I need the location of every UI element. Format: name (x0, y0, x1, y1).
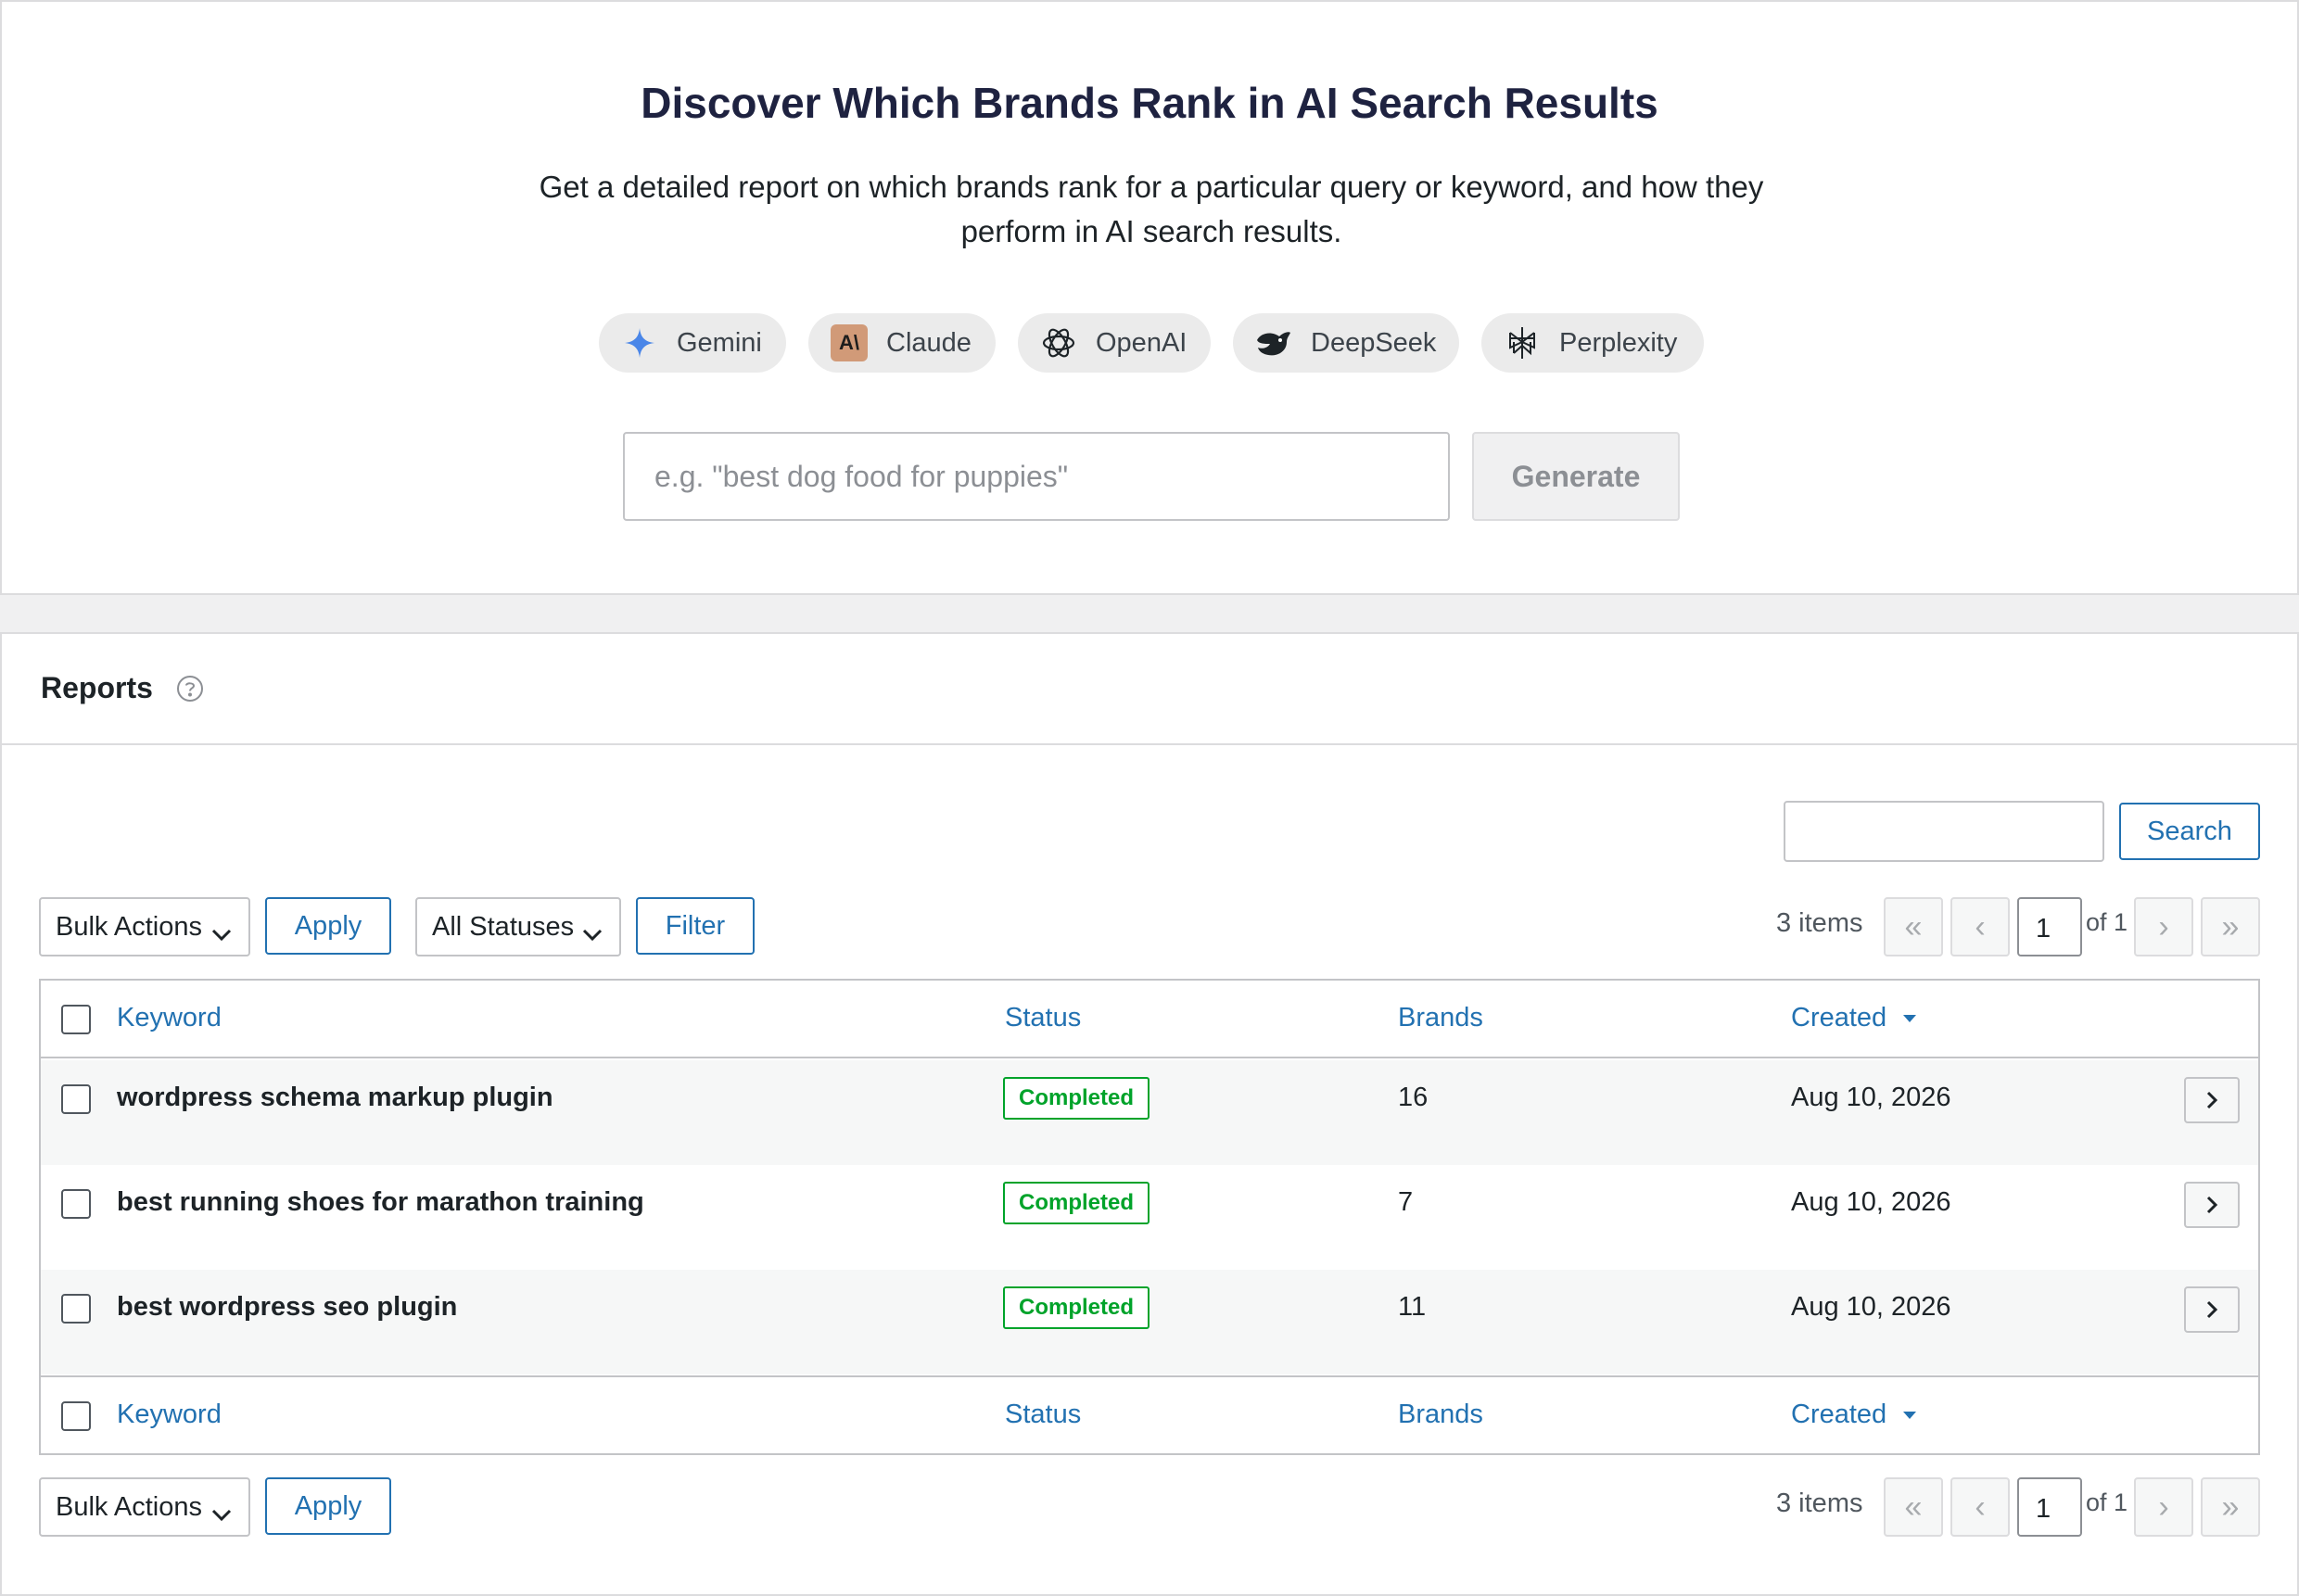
items-count-bottom: 3 items (1776, 1488, 1863, 1518)
reports-header: Reports (2, 634, 2297, 745)
apply-button-top[interactable]: Apply (265, 897, 391, 955)
page-total: of 1 (2086, 908, 2128, 936)
prev-page-button[interactable]: ‹ (1950, 897, 2010, 956)
column-created[interactable]: Created (1791, 1400, 1918, 1430)
select-all-checkbox-footer[interactable] (61, 1401, 91, 1431)
claude-icon: A\ (831, 324, 868, 361)
page-subtitle: Get a detailed report on which brands ra… (539, 170, 1764, 248)
prev-page-button[interactable]: ‹ (1950, 1477, 2010, 1537)
row-keyword[interactable]: best wordpress seo plugin (117, 1292, 457, 1323)
column-keyword[interactable]: Keyword (117, 1400, 222, 1430)
engine-label: Gemini (677, 327, 762, 358)
row-brands: 16 (1398, 1083, 1429, 1112)
engine-label: Perplexity (1559, 327, 1678, 358)
gemini-icon (621, 324, 658, 361)
sort-desc-icon (1903, 1015, 1917, 1023)
row-checkbox[interactable] (61, 1084, 91, 1114)
table-header: Keyword Status Brands Created (41, 981, 2258, 1058)
view-report-button[interactable] (2184, 1182, 2240, 1228)
next-page-button[interactable]: › (2134, 897, 2193, 956)
bulk-actions-select[interactable]: Bulk Actions (39, 897, 250, 956)
engine-label: OpenAI (1096, 327, 1188, 358)
table-row: best running shoes for marathon training… (41, 1165, 2258, 1270)
openai-icon (1040, 324, 1077, 361)
keyword-input[interactable] (623, 432, 1450, 521)
row-created: Aug 10, 2026 (1791, 1292, 1951, 1322)
table-row: best wordpress seo plugin Completed 11 A… (41, 1270, 2258, 1374)
bulk-actions-label: Bulk Actions (56, 1491, 202, 1522)
engine-label: DeepSeek (1311, 327, 1437, 358)
sort-desc-icon (1903, 1412, 1917, 1420)
engine-chip-perplexity[interactable]: Perplexity (1481, 313, 1704, 373)
chevron-down-icon (211, 1500, 232, 1530)
status-badge: Completed (1003, 1077, 1150, 1120)
row-created: Aug 10, 2026 (1791, 1083, 1951, 1112)
current-page-input[interactable]: 1 (2017, 897, 2082, 956)
row-brands: 7 (1398, 1187, 1414, 1217)
chevron-right-icon (2206, 1091, 2218, 1109)
bulk-actions-label: Bulk Actions (56, 911, 202, 942)
select-all-checkbox[interactable] (61, 1005, 91, 1034)
first-page-button[interactable]: « (1884, 1477, 1943, 1537)
engine-chip-claude[interactable]: A\ Claude (808, 313, 996, 373)
bulk-actions-select-bottom[interactable]: Bulk Actions (39, 1477, 250, 1537)
last-page-button[interactable]: » (2201, 1477, 2260, 1537)
column-created[interactable]: Created (1791, 1003, 1918, 1033)
hero-panel: Discover Which Brands Rank in AI Search … (0, 0, 2299, 595)
first-page-button[interactable]: « (1884, 897, 1943, 956)
row-brands: 11 (1398, 1292, 1427, 1322)
row-checkbox[interactable] (61, 1189, 91, 1219)
last-page-button[interactable]: » (2201, 897, 2260, 956)
engine-chip-gemini[interactable]: Gemini (599, 313, 786, 373)
status-badge: Completed (1003, 1286, 1150, 1329)
status-badge: Completed (1003, 1182, 1150, 1224)
page-total: of 1 (2086, 1488, 2128, 1516)
current-page-input-bottom[interactable]: 1 (2017, 1477, 2082, 1537)
reports-title: Reports (41, 671, 153, 704)
table-footer: Keyword Status Brands Created (41, 1375, 2258, 1455)
reports-table: Keyword Status Brands Created wordpress … (39, 979, 2260, 1455)
page-title: Discover Which Brands Rank in AI Search … (641, 79, 1658, 127)
generate-button[interactable]: Generate (1472, 432, 1680, 521)
search-button[interactable]: Search (2119, 803, 2260, 860)
engine-chips: Gemini A\ Claude OpenAI DeepSeek Perplex… (2, 313, 2297, 373)
deepseek-icon (1255, 324, 1292, 361)
row-keyword[interactable]: wordpress schema markup plugin (117, 1083, 553, 1113)
column-brands[interactable]: Brands (1398, 1003, 1483, 1033)
engine-chip-deepseek[interactable]: DeepSeek (1233, 313, 1459, 373)
column-status[interactable]: Status (1005, 1400, 1081, 1430)
row-keyword[interactable]: best running shoes for marathon training (117, 1187, 644, 1218)
next-page-button[interactable]: › (2134, 1477, 2193, 1537)
column-status[interactable]: Status (1005, 1003, 1081, 1033)
chevron-right-icon (2206, 1196, 2218, 1214)
column-brands[interactable]: Brands (1398, 1400, 1483, 1430)
row-created: Aug 10, 2026 (1791, 1187, 1951, 1217)
row-checkbox[interactable] (61, 1294, 91, 1324)
chevron-down-icon (582, 919, 603, 950)
perplexity-icon (1504, 324, 1541, 361)
filter-button[interactable]: Filter (636, 897, 755, 955)
help-icon[interactable] (176, 675, 204, 703)
reports-search-input[interactable] (1784, 801, 2104, 862)
items-count: 3 items (1776, 908, 1863, 938)
chevron-down-icon (211, 919, 232, 950)
view-report-button[interactable] (2184, 1286, 2240, 1333)
column-keyword[interactable]: Keyword (117, 1003, 222, 1033)
engine-label: Claude (886, 327, 972, 358)
apply-button-bottom[interactable]: Apply (265, 1477, 391, 1535)
table-row: wordpress schema markup plugin Completed… (41, 1060, 2258, 1165)
chevron-right-icon (2206, 1300, 2218, 1319)
status-filter-select[interactable]: All Statuses (415, 897, 621, 956)
view-report-button[interactable] (2184, 1077, 2240, 1123)
status-filter-label: All Statuses (432, 911, 575, 942)
engine-chip-openai[interactable]: OpenAI (1018, 313, 1211, 373)
